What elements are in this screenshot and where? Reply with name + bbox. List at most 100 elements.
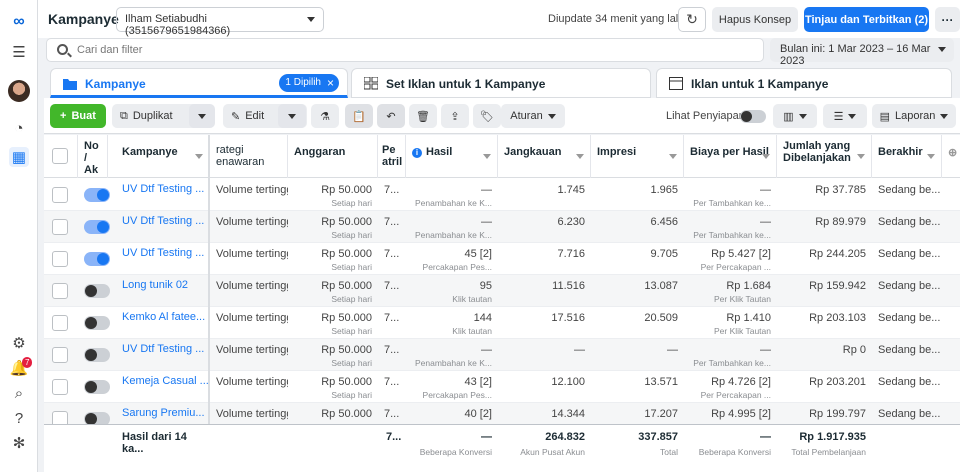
campaign-toggle[interactable]: [84, 188, 110, 202]
table-row[interactable]: UV Dtf Testing ... Volume tertinggi Rp 50.…: [44, 211, 960, 243]
row-checkbox[interactable]: [52, 315, 68, 331]
col-results-label: Hasil: [426, 146, 453, 158]
table-row[interactable]: UV Dtf Testing ... Volume tertinggi Rp 50.…: [44, 243, 960, 275]
settings-icon[interactable]: ⚙: [9, 333, 29, 353]
select-all-cell: [44, 135, 78, 178]
table-row[interactable]: Kemeja Casual ... Volume tertinggi Rp 50.0…: [44, 371, 960, 403]
dashboard-icon[interactable]: ◔: [9, 118, 29, 138]
campaign-name-link[interactable]: Kemeja Casual ...: [116, 371, 210, 403]
search-input[interactable]: Cari dan filter: [77, 44, 142, 56]
campaign-name-link[interactable]: UV Dtf Testing ...: [116, 211, 210, 243]
campaign-toggle[interactable]: [84, 316, 110, 330]
cell-spent-value: Rp 159.942: [809, 280, 866, 292]
meta-logo-icon[interactable]: ∞: [9, 12, 29, 32]
tab-ads[interactable]: Iklan untuk 1 Kampanye: [656, 68, 952, 98]
chevron-down-icon: [938, 47, 946, 52]
clipboard-button[interactable]: 📋: [345, 104, 373, 128]
campaign-name-link[interactable]: UV Dtf Testing ...: [116, 243, 210, 275]
row-checkbox[interactable]: [52, 187, 68, 203]
breakdown-icon: ☰: [833, 110, 844, 123]
avatar[interactable]: [8, 80, 30, 102]
row-checkbox[interactable]: [52, 347, 68, 363]
col-impressions[interactable]: Impresi: [591, 135, 684, 178]
cell-reach-value: —: [574, 344, 585, 356]
table-row[interactable]: UV Dtf Testing ... Volume tertinggi Rp 50.…: [44, 179, 960, 211]
duplicate-dropdown[interactable]: [189, 104, 215, 128]
campaign-toggle[interactable]: [84, 348, 110, 362]
breakdown-button[interactable]: ☰: [823, 104, 867, 128]
col-onoff[interactable]: No / Ak: [78, 135, 108, 178]
discard-drafts-button[interactable]: Hapus Konsep: [712, 7, 798, 32]
campaign-name-link[interactable]: UV Dtf Testing ...: [116, 339, 210, 371]
campaign-toggle[interactable]: [84, 252, 110, 266]
cell-result: 144 Klik tautan: [406, 307, 498, 339]
campaign-name-link[interactable]: Long tunik 02: [116, 275, 210, 307]
undo-button[interactable]: ↶: [377, 104, 405, 128]
cell-cpr: Rp 1.684 Per Klik Tautan: [684, 275, 777, 307]
review-publish-button[interactable]: Tinjau dan Terbitkan (2): [804, 7, 929, 32]
bug-icon[interactable]: ✻: [9, 433, 29, 453]
cell-spent: Rp 203.103: [777, 307, 872, 339]
more-options-button[interactable]: ···: [935, 7, 960, 32]
date-range-label: Bulan ini: 1 Mar 2023 – 16 Mar 2023: [780, 43, 931, 67]
col-reach[interactable]: Jangkauan: [498, 135, 591, 178]
refresh-button[interactable]: ↻: [678, 7, 706, 32]
tab-adsets[interactable]: Set Iklan untuk 1 Kampanye: [351, 68, 651, 98]
row-checkbox[interactable]: [52, 219, 68, 235]
cell-result: — Penambahan ke K...: [406, 211, 498, 243]
pencil-icon: ✎: [231, 110, 241, 123]
col-budget[interactable]: Anggaran: [288, 135, 378, 178]
search-filter-bar[interactable]: Cari dan filter: [46, 38, 764, 62]
campaign-name-link[interactable]: UV Dtf Testing ...: [116, 179, 210, 211]
cell-ends: Sedang be...: [872, 371, 942, 403]
cell-result-value: 144: [473, 312, 492, 324]
campaign-toggle[interactable]: [84, 220, 110, 234]
col-results[interactable]: i Hasil: [406, 135, 498, 178]
col-attribution[interactable]: Pe atril: [378, 135, 406, 178]
search-icon[interactable]: ⌕: [9, 383, 29, 403]
campaign-toggle[interactable]: [84, 284, 110, 298]
cell-budget: Rp 50.000 Setiap hari: [288, 307, 378, 339]
edit-dropdown[interactable]: [278, 104, 306, 128]
columns-button[interactable]: ▥: [773, 104, 817, 128]
cell-reach: 6.230: [498, 211, 591, 243]
account-selector[interactable]: Ilham Setiabudhi (3515679651984366): [116, 7, 324, 37]
row-checkbox[interactable]: [52, 251, 68, 267]
campaign-name-link[interactable]: Kemko Al fatee...: [116, 307, 210, 339]
delete-button[interactable]: 🗑: [409, 104, 437, 128]
reports-button[interactable]: ▤ Laporan: [872, 104, 956, 128]
col-amount-spent[interactable]: Jumlah yang Dibelanjakan: [777, 135, 872, 178]
cell-reach-value: 14.344: [551, 408, 585, 420]
ab-test-button[interactable]: ⚗: [311, 104, 339, 128]
preview-toggle[interactable]: [740, 110, 766, 123]
add-column-icon[interactable]: ⊕: [942, 135, 960, 178]
table-row[interactable]: UV Dtf Testing ... Volume tertinggi Rp 50.…: [44, 339, 960, 371]
col-campaign-label: Kampanye: [122, 146, 178, 158]
campaign-toggle[interactable]: [84, 380, 110, 394]
cell-bid: Volume tertinggi: [210, 211, 288, 243]
date-range-picker[interactable]: Bulan ini: 1 Mar 2023 – 16 Mar 2023: [770, 38, 954, 67]
cell-attrib: 7...: [378, 307, 406, 339]
tab-campaigns[interactable]: Kampanye 1 Dipilih ×: [50, 68, 348, 98]
close-icon[interactable]: ×: [327, 74, 334, 92]
selected-chip[interactable]: 1 Dipilih ×: [279, 74, 339, 92]
export-button[interactable]: ⇪: [441, 104, 469, 128]
rules-button[interactable]: Aturan: [501, 104, 565, 128]
tag-button[interactable]: 🏷: [473, 104, 501, 128]
help-icon[interactable]: ?: [9, 408, 29, 428]
col-bid-strategy[interactable]: rategi enawaran: [210, 135, 288, 178]
menu-icon[interactable]: ☰: [9, 42, 29, 62]
row-checkbox[interactable]: [52, 283, 68, 299]
col-cost-per-result[interactable]: Biaya per Hasil: [684, 135, 777, 178]
create-button[interactable]: + Buat: [50, 104, 106, 128]
chevron-down-icon: [940, 113, 949, 119]
select-all-checkbox[interactable]: [52, 148, 68, 164]
table-row[interactable]: Kemko Al fatee... Volume tertinggi Rp 50.0…: [44, 307, 960, 339]
cell-cpr-value: Rp 4.995 [2]: [711, 408, 771, 420]
col-campaign[interactable]: Kampanye: [116, 135, 210, 178]
col-ends[interactable]: Berakhir: [872, 135, 942, 178]
cell-ends-value: Sedang be...: [878, 312, 941, 324]
row-checkbox[interactable]: [52, 379, 68, 395]
table-row[interactable]: Long tunik 02 Volume tertinggi Rp 50.000 Se…: [44, 275, 960, 307]
table-icon[interactable]: ▦: [9, 147, 29, 167]
